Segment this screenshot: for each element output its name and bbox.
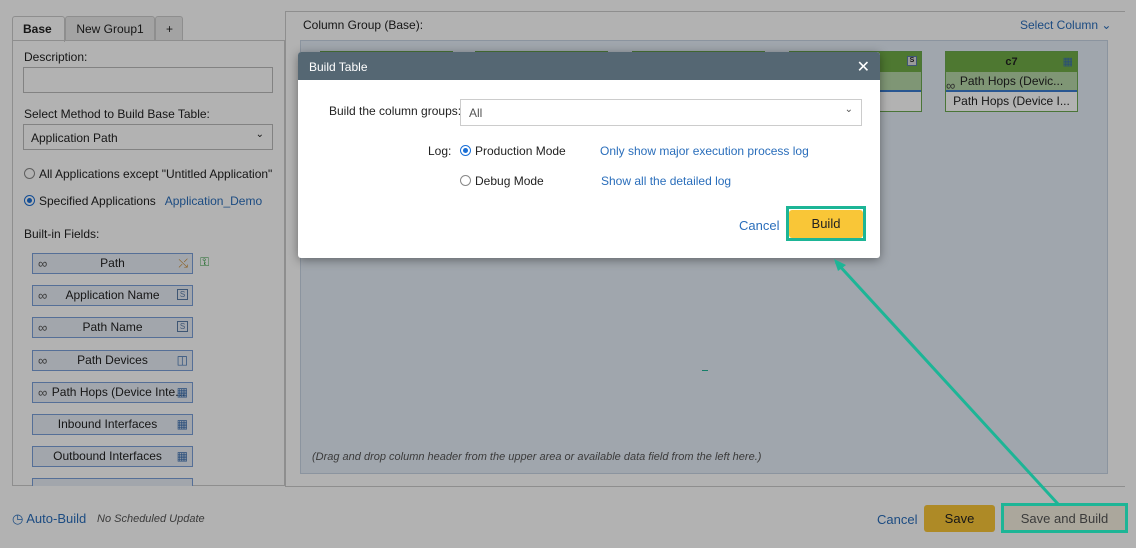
annotation-arrow	[834, 259, 1060, 506]
arrow-line	[834, 260, 1060, 506]
